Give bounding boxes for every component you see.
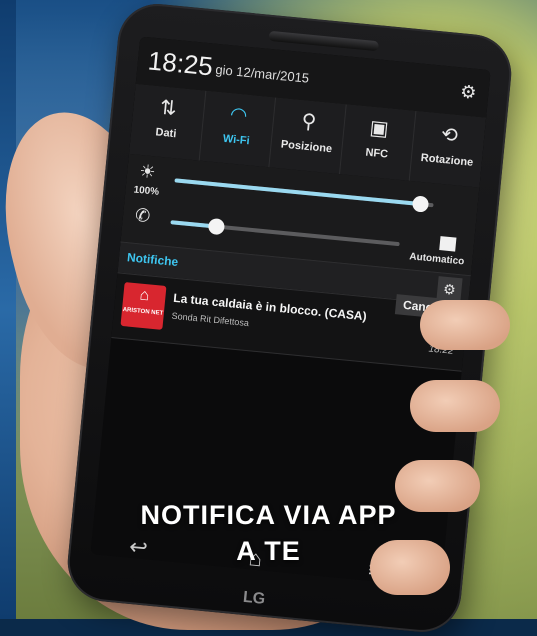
brightness-percent: 100% bbox=[133, 184, 160, 198]
hand-finger bbox=[410, 380, 500, 432]
notifications-title: Notifiche bbox=[126, 250, 179, 270]
caption-line-1: NOTIFICA VIA APP bbox=[140, 500, 397, 530]
clock: 18:25 bbox=[146, 45, 215, 82]
qs-wifi[interactable]: ◠ Wi-Fi bbox=[199, 90, 277, 168]
data-icon: ⇅ bbox=[158, 96, 178, 121]
ariston-app-icon: ⌂ ARISTON NET bbox=[120, 282, 167, 330]
qs-label: Rotazione bbox=[420, 151, 474, 169]
app-icon-label: ARISTON NET bbox=[122, 306, 164, 317]
hand-finger bbox=[420, 300, 510, 350]
date: gio 12/mar/2015 bbox=[214, 61, 310, 86]
volume-icon: ✆ bbox=[134, 204, 152, 227]
volume-slider[interactable] bbox=[170, 217, 400, 247]
nfc-icon: ▣ bbox=[368, 116, 390, 141]
caption-line-2: A TE bbox=[236, 536, 301, 566]
auto-brightness-label: Automatico bbox=[408, 251, 465, 268]
qs-label: Posizione bbox=[280, 138, 333, 156]
notification-subtitle: Sonda Rit Difettosa bbox=[171, 310, 250, 329]
rotation-icon: ⟲ bbox=[439, 123, 459, 148]
brand-logo: LG bbox=[242, 588, 266, 608]
settings-gear-icon[interactable]: ⚙ bbox=[459, 81, 477, 103]
qs-label: Dati bbox=[155, 126, 177, 141]
qs-rotazione[interactable]: ⟲ Rotazione bbox=[410, 111, 486, 187]
qs-label: Wi-Fi bbox=[222, 132, 251, 148]
brightness-slider[interactable] bbox=[174, 178, 434, 213]
brightness-icon: ☀ bbox=[138, 160, 157, 183]
phone-speaker bbox=[268, 30, 379, 52]
brightness-knob[interactable] bbox=[411, 195, 430, 213]
volume-knob[interactable] bbox=[207, 217, 226, 236]
house-icon: ⌂ bbox=[138, 286, 151, 305]
wifi-icon: ◠ bbox=[228, 103, 249, 127]
qs-label: NFC bbox=[364, 146, 389, 161]
qs-dati[interactable]: ⇅ Dati bbox=[128, 84, 206, 161]
qs-posizione[interactable]: ⚲ Posizione bbox=[269, 97, 347, 175]
qs-nfc[interactable]: ▣ NFC bbox=[339, 104, 417, 181]
auto-brightness-checkbox[interactable] bbox=[439, 236, 457, 252]
location-icon: ⚲ bbox=[300, 110, 318, 134]
brightness-fill bbox=[174, 178, 421, 207]
